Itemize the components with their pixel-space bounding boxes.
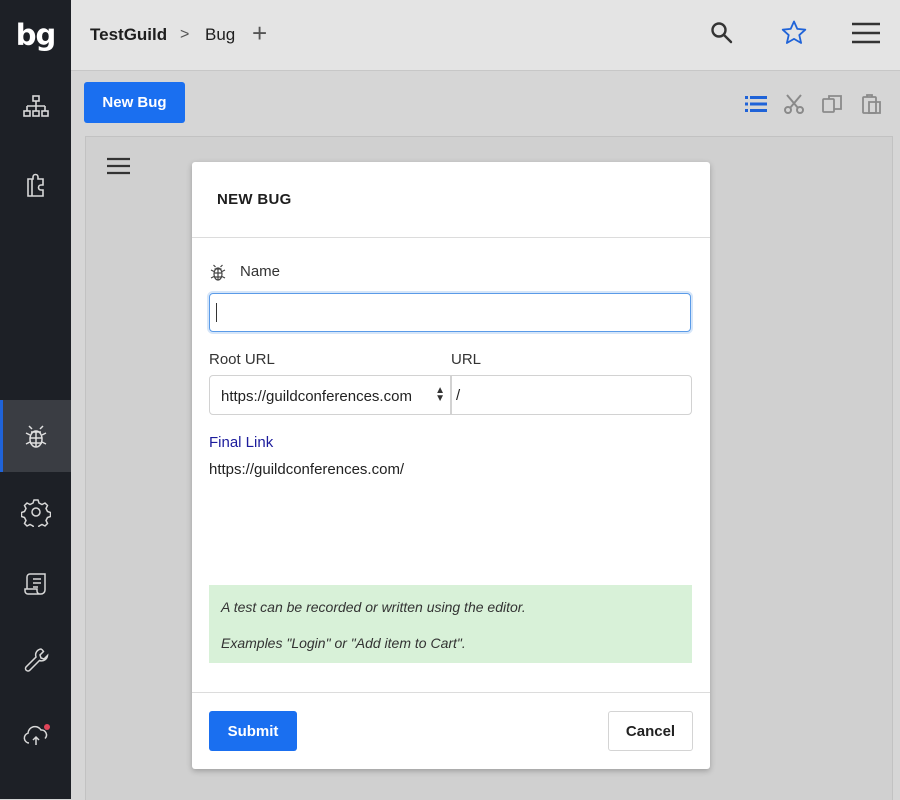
sidebar-item-bugs[interactable] xyxy=(0,400,71,472)
cloud-sync-icon xyxy=(23,724,50,745)
panel-menu-icon[interactable] xyxy=(106,155,132,177)
text-cursor xyxy=(216,303,217,322)
url-input-value: / xyxy=(456,387,461,404)
new-bug-button[interactable]: New Bug xyxy=(84,82,185,123)
cut-button[interactable] xyxy=(782,92,806,116)
root-url-select[interactable]: https://guildconferences.com ▲ ▼ xyxy=(209,375,451,415)
dialog-footer-divider xyxy=(192,692,710,693)
paste-icon xyxy=(862,94,881,114)
main-menu-button[interactable] xyxy=(851,18,881,48)
copy-button[interactable] xyxy=(820,92,844,116)
dialog-header-divider xyxy=(192,237,710,238)
submit-button[interactable]: Submit xyxy=(209,711,297,751)
url-input[interactable]: / xyxy=(451,375,692,415)
sidebar: bg xyxy=(0,0,71,799)
notification-badge xyxy=(43,724,50,730)
app-logo[interactable]: bg xyxy=(0,0,71,70)
bug-icon xyxy=(210,264,226,281)
sidebar-item-sync[interactable] xyxy=(0,700,71,772)
list-view-button[interactable] xyxy=(744,92,768,116)
root-url-label: Root URL xyxy=(209,351,275,368)
puzzle-icon xyxy=(26,173,44,197)
sidebar-item-tools[interactable] xyxy=(0,624,71,696)
breadcrumb-page: Bug xyxy=(205,25,236,44)
new-bug-dialog: NEW BUG Name Root URL URL https://guildc… xyxy=(192,162,710,769)
root-url-selected: https://guildconferences.com xyxy=(221,388,412,405)
script-icon xyxy=(23,573,46,595)
name-input[interactable] xyxy=(209,293,691,332)
sitemap-icon xyxy=(22,95,49,117)
menu-icon xyxy=(852,22,880,44)
url-label: URL xyxy=(451,351,482,368)
cut-icon xyxy=(784,94,804,114)
search-button[interactable] xyxy=(707,18,737,48)
sidebar-item-plugins[interactable] xyxy=(0,150,71,222)
copy-icon xyxy=(822,95,842,113)
final-link-value: https://guildconferences.com/ xyxy=(209,461,405,478)
cancel-button[interactable]: Cancel xyxy=(608,711,693,751)
toolbar: New Bug xyxy=(71,71,900,135)
sidebar-item-structure[interactable] xyxy=(0,72,71,144)
search-icon xyxy=(711,22,733,44)
list-icon xyxy=(745,96,767,112)
select-arrows-icon: ▲ ▼ xyxy=(435,385,445,404)
name-label: Name xyxy=(240,263,281,280)
breadcrumb-separator: > xyxy=(180,26,190,43)
gear-icon xyxy=(20,499,51,527)
paste-button[interactable] xyxy=(859,92,883,116)
favorite-button[interactable] xyxy=(779,18,809,48)
sidebar-item-scripts[interactable] xyxy=(0,548,71,620)
top-header: TestGuild > Bug + xyxy=(71,0,900,71)
add-tab-button[interactable]: + xyxy=(252,19,267,47)
hint-box: A test can be recorded or written using … xyxy=(209,585,692,663)
bug-icon xyxy=(25,425,46,448)
hint-line-2: Examples "Login" or "Add item to Cart". xyxy=(221,635,466,651)
sidebar-item-settings[interactable] xyxy=(0,476,71,548)
wrench-icon xyxy=(24,648,48,672)
star-icon xyxy=(781,20,807,44)
dialog-title: NEW BUG xyxy=(217,191,292,208)
final-link-label: Final Link xyxy=(209,434,274,451)
breadcrumb-project[interactable]: TestGuild xyxy=(90,25,167,45)
hint-line-1: A test can be recorded or written using … xyxy=(221,599,526,615)
